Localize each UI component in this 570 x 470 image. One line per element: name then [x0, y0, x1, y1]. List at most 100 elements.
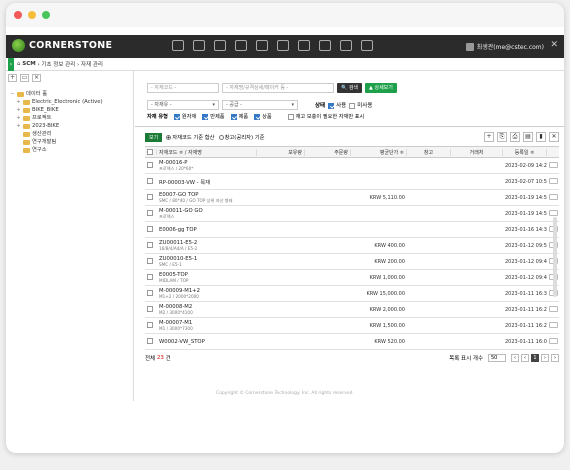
- radio-code-option[interactable]: 자재코드 기준 합산: [166, 133, 215, 141]
- table-row[interactable]: M-00016-P 프로젝스 / 20*60* 2023-02-09 14:29: [145, 158, 559, 174]
- maximize-window-dot[interactable]: [42, 11, 50, 19]
- code-cell[interactable]: RP-00003-VW - 목재: [157, 178, 257, 186]
- sidebar-item[interactable]: + BIKE_BIKE: [10, 106, 129, 114]
- code-cell[interactable]: E0005-TOP MIDLAM / TOP: [157, 272, 257, 283]
- code-cell[interactable]: ZU00010-E5-1 SMC / E5-1: [157, 256, 257, 267]
- status-unused-option[interactable]: 미사용: [349, 101, 372, 109]
- building-icon[interactable]: [340, 40, 352, 51]
- table-row[interactable]: ZU00010-E5-1 SMC / E5-1 KRW 200.00 2023-01-…: [145, 254, 559, 270]
- prev-page-button[interactable]: ‹: [521, 354, 529, 362]
- col-warehouse[interactable]: 창고: [407, 148, 451, 156]
- row-checkbox[interactable]: [147, 322, 153, 329]
- code-cell[interactable]: ZU00011-E5-2 16/8/4/A4/A / E5-2: [157, 240, 257, 251]
- col-vendor[interactable]: 거래처: [451, 148, 503, 156]
- radio-warehouse-option[interactable]: 창고(공리자) 기준: [218, 133, 265, 141]
- row-checkbox[interactable]: [147, 338, 153, 345]
- status-use-checkbox[interactable]: [328, 102, 335, 109]
- material-type-select[interactable]: - 자재유 - ▾: [147, 100, 219, 110]
- page-size-select[interactable]: 50: [488, 354, 506, 362]
- type-goods-checkbox[interactable]: [254, 113, 261, 120]
- name-search-input[interactable]: - 자재명/규격상세/메이커 등 -: [222, 83, 334, 93]
- select-all-checkbox[interactable]: [147, 148, 153, 155]
- next-page-button[interactable]: ›: [541, 354, 549, 362]
- minimize-window-dot[interactable]: [28, 11, 36, 19]
- sidebar-item[interactable]: 생산관리: [10, 130, 129, 138]
- row-checkbox[interactable]: [147, 274, 153, 281]
- row-checkbox[interactable]: [147, 194, 153, 201]
- row-checkbox[interactable]: [147, 178, 153, 185]
- user-menu[interactable]: 최생관(me@cstec.com): [465, 42, 544, 51]
- copy-icon[interactable]: ⎘: [497, 132, 507, 142]
- document-icon[interactable]: [256, 40, 268, 51]
- grid-icon[interactable]: [193, 40, 205, 51]
- col-code[interactable]: 자재코드 ≑ / 자재명: [157, 148, 257, 156]
- table-row[interactable]: E0006-gg TOP 2023-01-16 14:33: [145, 222, 559, 238]
- row-edit-icon[interactable]: [549, 305, 558, 312]
- row-checkbox[interactable]: [147, 258, 153, 265]
- row-edit-icon[interactable]: [549, 161, 558, 168]
- print-icon[interactable]: ⎙: [510, 132, 520, 142]
- col-price[interactable]: 평균단가 ≑: [351, 148, 407, 156]
- sidebar-item[interactable]: +2023-BIKE: [10, 122, 129, 130]
- type-product-checkbox[interactable]: [230, 113, 237, 120]
- type-option-goods[interactable]: 상품: [254, 113, 272, 120]
- current-page[interactable]: 1: [531, 354, 539, 362]
- col-stock[interactable]: 보유량: [257, 148, 305, 156]
- type-option-product[interactable]: 제품: [230, 113, 248, 120]
- calendar-icon[interactable]: [214, 40, 226, 51]
- table-row[interactable]: RP-00003-VW - 목재 2023-02-07 10:53: [145, 174, 559, 190]
- row-edit-icon[interactable]: [549, 321, 558, 328]
- detail-view-button[interactable]: ▲ 상세보기: [365, 83, 397, 93]
- table-row[interactable]: M-00007-M1 M1 / 3000*7300 KRW 1,500.00 2023…: [145, 318, 559, 334]
- first-page-button[interactable]: ‹: [511, 354, 519, 362]
- code-cell[interactable]: M-00016-P 프로젝스 / 20*60*: [157, 160, 257, 172]
- row-edit-icon[interactable]: [549, 193, 558, 200]
- table-row[interactable]: E0005-TOP MIDLAM / TOP KRW 1,000.00 2023-01…: [145, 270, 559, 286]
- table-row[interactable]: M-00008-M2 M2 / 3000*4100 KRW 2,000.00 2023…: [145, 302, 559, 318]
- table-row[interactable]: ZU00011-E5-2 16/8/4/A4/A / E5-2 KRW 400.00…: [145, 238, 559, 254]
- radio-warehouse[interactable]: [218, 135, 224, 140]
- table-row[interactable]: E0007-GO TOP SMC / 80*40 / GO TOP 상위 자산 형…: [145, 190, 559, 206]
- row-checkbox[interactable]: [147, 226, 153, 233]
- code-cell[interactable]: M-00009-M1+2 M1+2 / 2000*2000: [157, 288, 257, 299]
- expand-icon[interactable]: +: [16, 114, 21, 122]
- save-icon[interactable]: ▤: [523, 132, 533, 142]
- box-icon[interactable]: [277, 40, 289, 51]
- row-checkbox[interactable]: [147, 162, 153, 169]
- home-icon[interactable]: ⌂: [17, 61, 21, 67]
- sidebar-item[interactable]: + Electric_Electronic (Active): [10, 98, 129, 106]
- row-checkbox[interactable]: [147, 290, 153, 297]
- trash-icon[interactable]: ▮: [536, 132, 546, 142]
- type-option-semi[interactable]: 반제품: [202, 113, 225, 120]
- code-search-input[interactable]: - 자재코드 -: [147, 83, 219, 93]
- col-date[interactable]: 등록일 ≑: [503, 148, 547, 156]
- sidebar-item[interactable]: + 프로젝트: [10, 114, 129, 122]
- scrollbar[interactable]: [553, 217, 557, 297]
- expand-icon[interactable]: −: [10, 90, 15, 98]
- monitor-icon[interactable]: [319, 40, 331, 51]
- expand-icon[interactable]: +: [16, 98, 21, 106]
- table-row[interactable]: M-00011-GO GO 프로젝스 2023-01-19 14:51: [145, 206, 559, 222]
- radio-code[interactable]: [166, 135, 172, 140]
- sidebar-item[interactable]: 연구개발팀: [10, 138, 129, 146]
- row-checkbox[interactable]: [147, 242, 153, 249]
- users-icon[interactable]: [361, 40, 373, 51]
- code-cell[interactable]: W0002-VW_STOP: [157, 339, 257, 345]
- code-cell[interactable]: M-00008-M2 M2 / 3000*4100: [157, 304, 257, 315]
- truck-icon[interactable]: [298, 40, 310, 51]
- expand-icon[interactable]: +: [16, 122, 21, 130]
- sidebar-item[interactable]: − 데이터 홀: [10, 90, 129, 98]
- cart-icon[interactable]: [235, 40, 247, 51]
- supply-select[interactable]: - 공급 - ▾: [222, 100, 298, 110]
- close-window-dot[interactable]: [14, 11, 22, 19]
- col-order[interactable]: 주문량: [305, 148, 351, 156]
- close-icon[interactable]: ✕: [549, 132, 559, 142]
- logout-icon[interactable]: ✕: [550, 40, 558, 50]
- status-unused-checkbox[interactable]: [349, 102, 356, 109]
- stock-filter-option[interactable]: 재고 보충이 필요한 자재만 표시: [287, 113, 364, 120]
- type-option-raw[interactable]: 원자재: [173, 113, 196, 120]
- delete-icon[interactable]: ×: [32, 74, 41, 82]
- search-button[interactable]: 🔍 검색: [337, 83, 363, 93]
- type-raw-checkbox[interactable]: [173, 113, 180, 120]
- breadcrumb-home[interactable]: SCM: [22, 61, 35, 67]
